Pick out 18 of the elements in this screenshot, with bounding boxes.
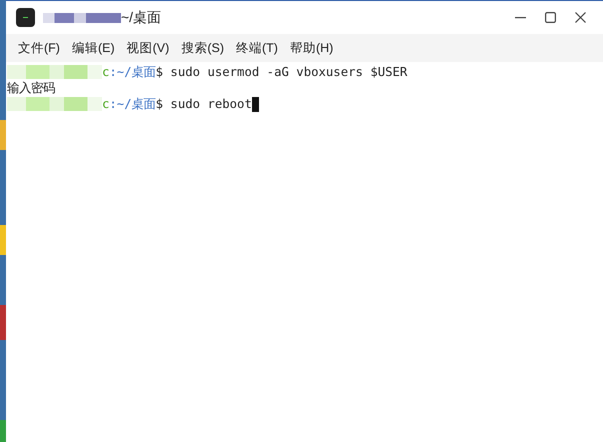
command-text: $ sudo reboot (156, 96, 252, 112)
prompt-path: :~/桌面 (109, 64, 156, 80)
menu-item[interactable]: 编辑(E) (66, 38, 121, 58)
window-title: ~/桌面 (121, 8, 162, 27)
prompt-path: :~/桌面 (109, 96, 156, 112)
prompt-host: c (102, 96, 110, 112)
output-text: 输入密码 (7, 80, 55, 96)
command-text: $ sudo usermod -aG vboxusers $USER (156, 64, 408, 80)
close-icon (574, 12, 586, 23)
prompt-host: c (102, 64, 110, 80)
terminal-app-icon (16, 8, 35, 27)
menu-item[interactable]: 帮助(H) (284, 38, 340, 58)
menu-item[interactable]: 搜索(S) (175, 38, 230, 58)
minimize-icon (514, 16, 526, 18)
maximize-icon (544, 12, 556, 23)
menu-item[interactable]: 视图(V) (120, 38, 176, 58)
menu-item[interactable]: 文件(F) (12, 38, 66, 58)
menu-item[interactable]: 终端(T) (230, 38, 284, 58)
